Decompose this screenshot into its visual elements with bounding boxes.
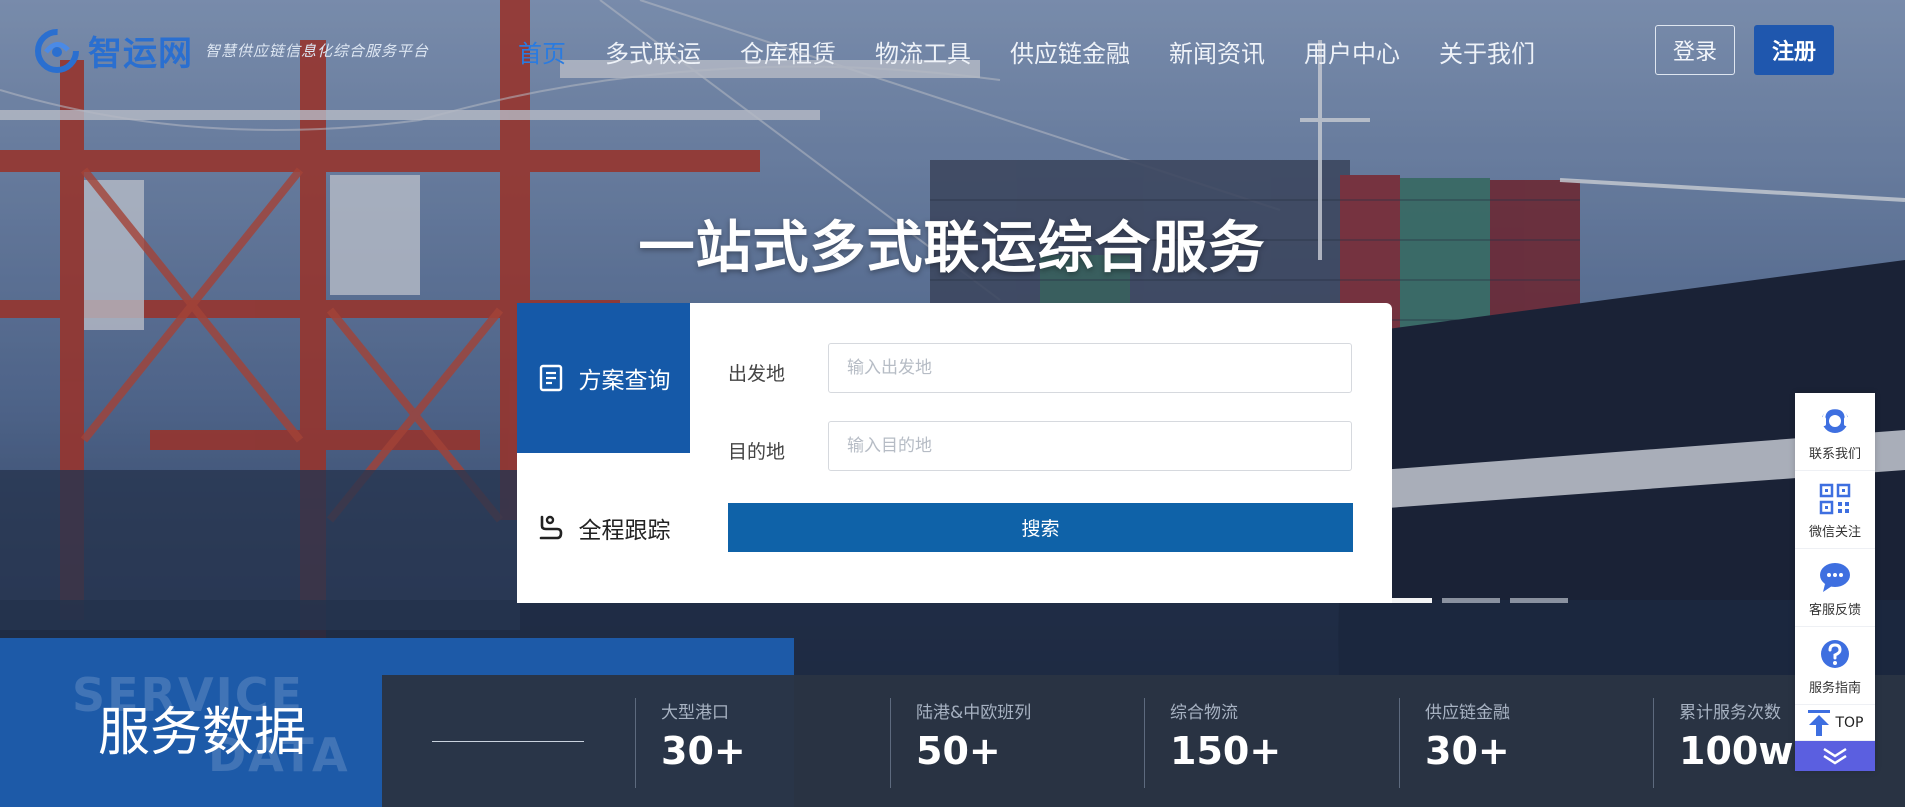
main-nav: 首页 多式联运 仓库租赁 物流工具 供应链金融 新闻资讯 用户中心 关于我们 [518, 34, 1574, 69]
wechat-follow-button[interactable]: 微信关注 [1795, 471, 1875, 549]
tab-plan-query[interactable]: 方案查询 [517, 303, 690, 453]
login-button[interactable]: 登录 [1655, 25, 1735, 75]
nav-item-finance[interactable]: 供应链金融 [1010, 34, 1130, 69]
wechat-follow-label: 微信关注 [1808, 525, 1861, 540]
origin-input[interactable] [828, 343, 1352, 393]
site-header: 智运网 智慧供应链信息化综合服务平台 首页 多式联运 仓库租赁 物流工具 供应链… [0, 0, 1905, 100]
feedback-button[interactable]: 客服反馈 [1795, 549, 1875, 627]
qr-code-icon [1819, 483, 1851, 515]
carousel-dot-2[interactable] [1442, 598, 1500, 603]
nav-item-warehouse[interactable]: 仓库租赁 [740, 34, 836, 69]
nav-item-user-center[interactable]: 用户中心 [1304, 34, 1400, 69]
carousel-indicators [1374, 598, 1578, 603]
brand-name: 智运网 [88, 34, 193, 74]
destination-label: 目的地 [728, 441, 786, 463]
question-mark-icon [1821, 640, 1849, 668]
stat-ports: 大型港口 30+ [635, 698, 746, 788]
collapse-toolbar-button[interactable] [1795, 741, 1875, 771]
search-tabs: 方案查询 全程跟踪 [517, 303, 690, 603]
chat-bubble-icon [1820, 563, 1850, 592]
document-list-icon [539, 364, 562, 392]
stat-logistics: 综合物流 150+ [1144, 698, 1281, 788]
nav-item-multimodal[interactable]: 多式联运 [605, 34, 701, 69]
stat-value: 50+ [916, 729, 1001, 773]
carousel-dot-1[interactable] [1374, 598, 1432, 603]
service-divider [432, 741, 584, 742]
tab-full-tracking[interactable]: 全程跟踪 [517, 453, 690, 603]
back-to-top-button[interactable]: TOP [1795, 705, 1875, 741]
route-track-icon [539, 515, 562, 540]
brand-slogan: 智慧供应链信息化综合服务平台 [205, 42, 430, 60]
hero-title: 一站式多式联运综合服务 [638, 216, 1266, 281]
tab-full-tracking-label: 全程跟踪 [578, 518, 671, 544]
floating-toolbar: 联系我们 微信关注 客服反馈 服务指南 TOP [1795, 393, 1875, 771]
carousel-dot-3[interactable] [1510, 598, 1568, 603]
stat-label: 综合物流 [1170, 703, 1238, 723]
contact-us-button[interactable]: 联系我们 [1795, 393, 1875, 471]
search-panel: 方案查询 全程跟踪 出发地 目的地 搜索 [517, 303, 1392, 603]
stat-value: 30+ [1425, 729, 1510, 773]
stat-label: 陆港&中欧班列 [916, 703, 1032, 723]
stat-value: 150+ [1170, 729, 1282, 773]
back-to-top-label: TOP [1835, 714, 1864, 731]
stat-label: 供应链金融 [1425, 703, 1510, 723]
customer-service-icon [1821, 406, 1849, 433]
service-guide-label: 服务指南 [1808, 681, 1861, 696]
search-button[interactable]: 搜索 [728, 503, 1353, 552]
origin-label: 出发地 [728, 363, 786, 385]
stat-label: 大型港口 [661, 703, 729, 723]
nav-item-news[interactable]: 新闻资讯 [1169, 34, 1265, 69]
stat-finance: 供应链金融 30+ [1399, 698, 1510, 788]
logo-swirl-icon [35, 28, 79, 73]
tab-plan-query-label: 方案查询 [578, 368, 671, 394]
feedback-label: 客服反馈 [1808, 603, 1861, 618]
contact-us-label: 联系我们 [1808, 447, 1861, 462]
service-guide-button[interactable]: 服务指南 [1795, 627, 1875, 705]
site-logo[interactable]: 智运网 智慧供应链信息化综合服务平台 [34, 26, 429, 75]
destination-input[interactable] [828, 421, 1352, 471]
stat-value: 30+ [661, 729, 746, 773]
nav-item-tools[interactable]: 物流工具 [875, 34, 971, 69]
nav-item-about[interactable]: 关于我们 [1439, 34, 1535, 69]
service-data-title: 服务数据 [98, 703, 307, 763]
nav-item-home[interactable]: 首页 [518, 34, 566, 69]
arrow-up-icon [1808, 709, 1831, 736]
register-button[interactable]: 注册 [1754, 25, 1834, 75]
stat-land-ports: 陆港&中欧班列 50+ [890, 698, 1031, 788]
double-chevron-down-icon [1823, 747, 1847, 765]
